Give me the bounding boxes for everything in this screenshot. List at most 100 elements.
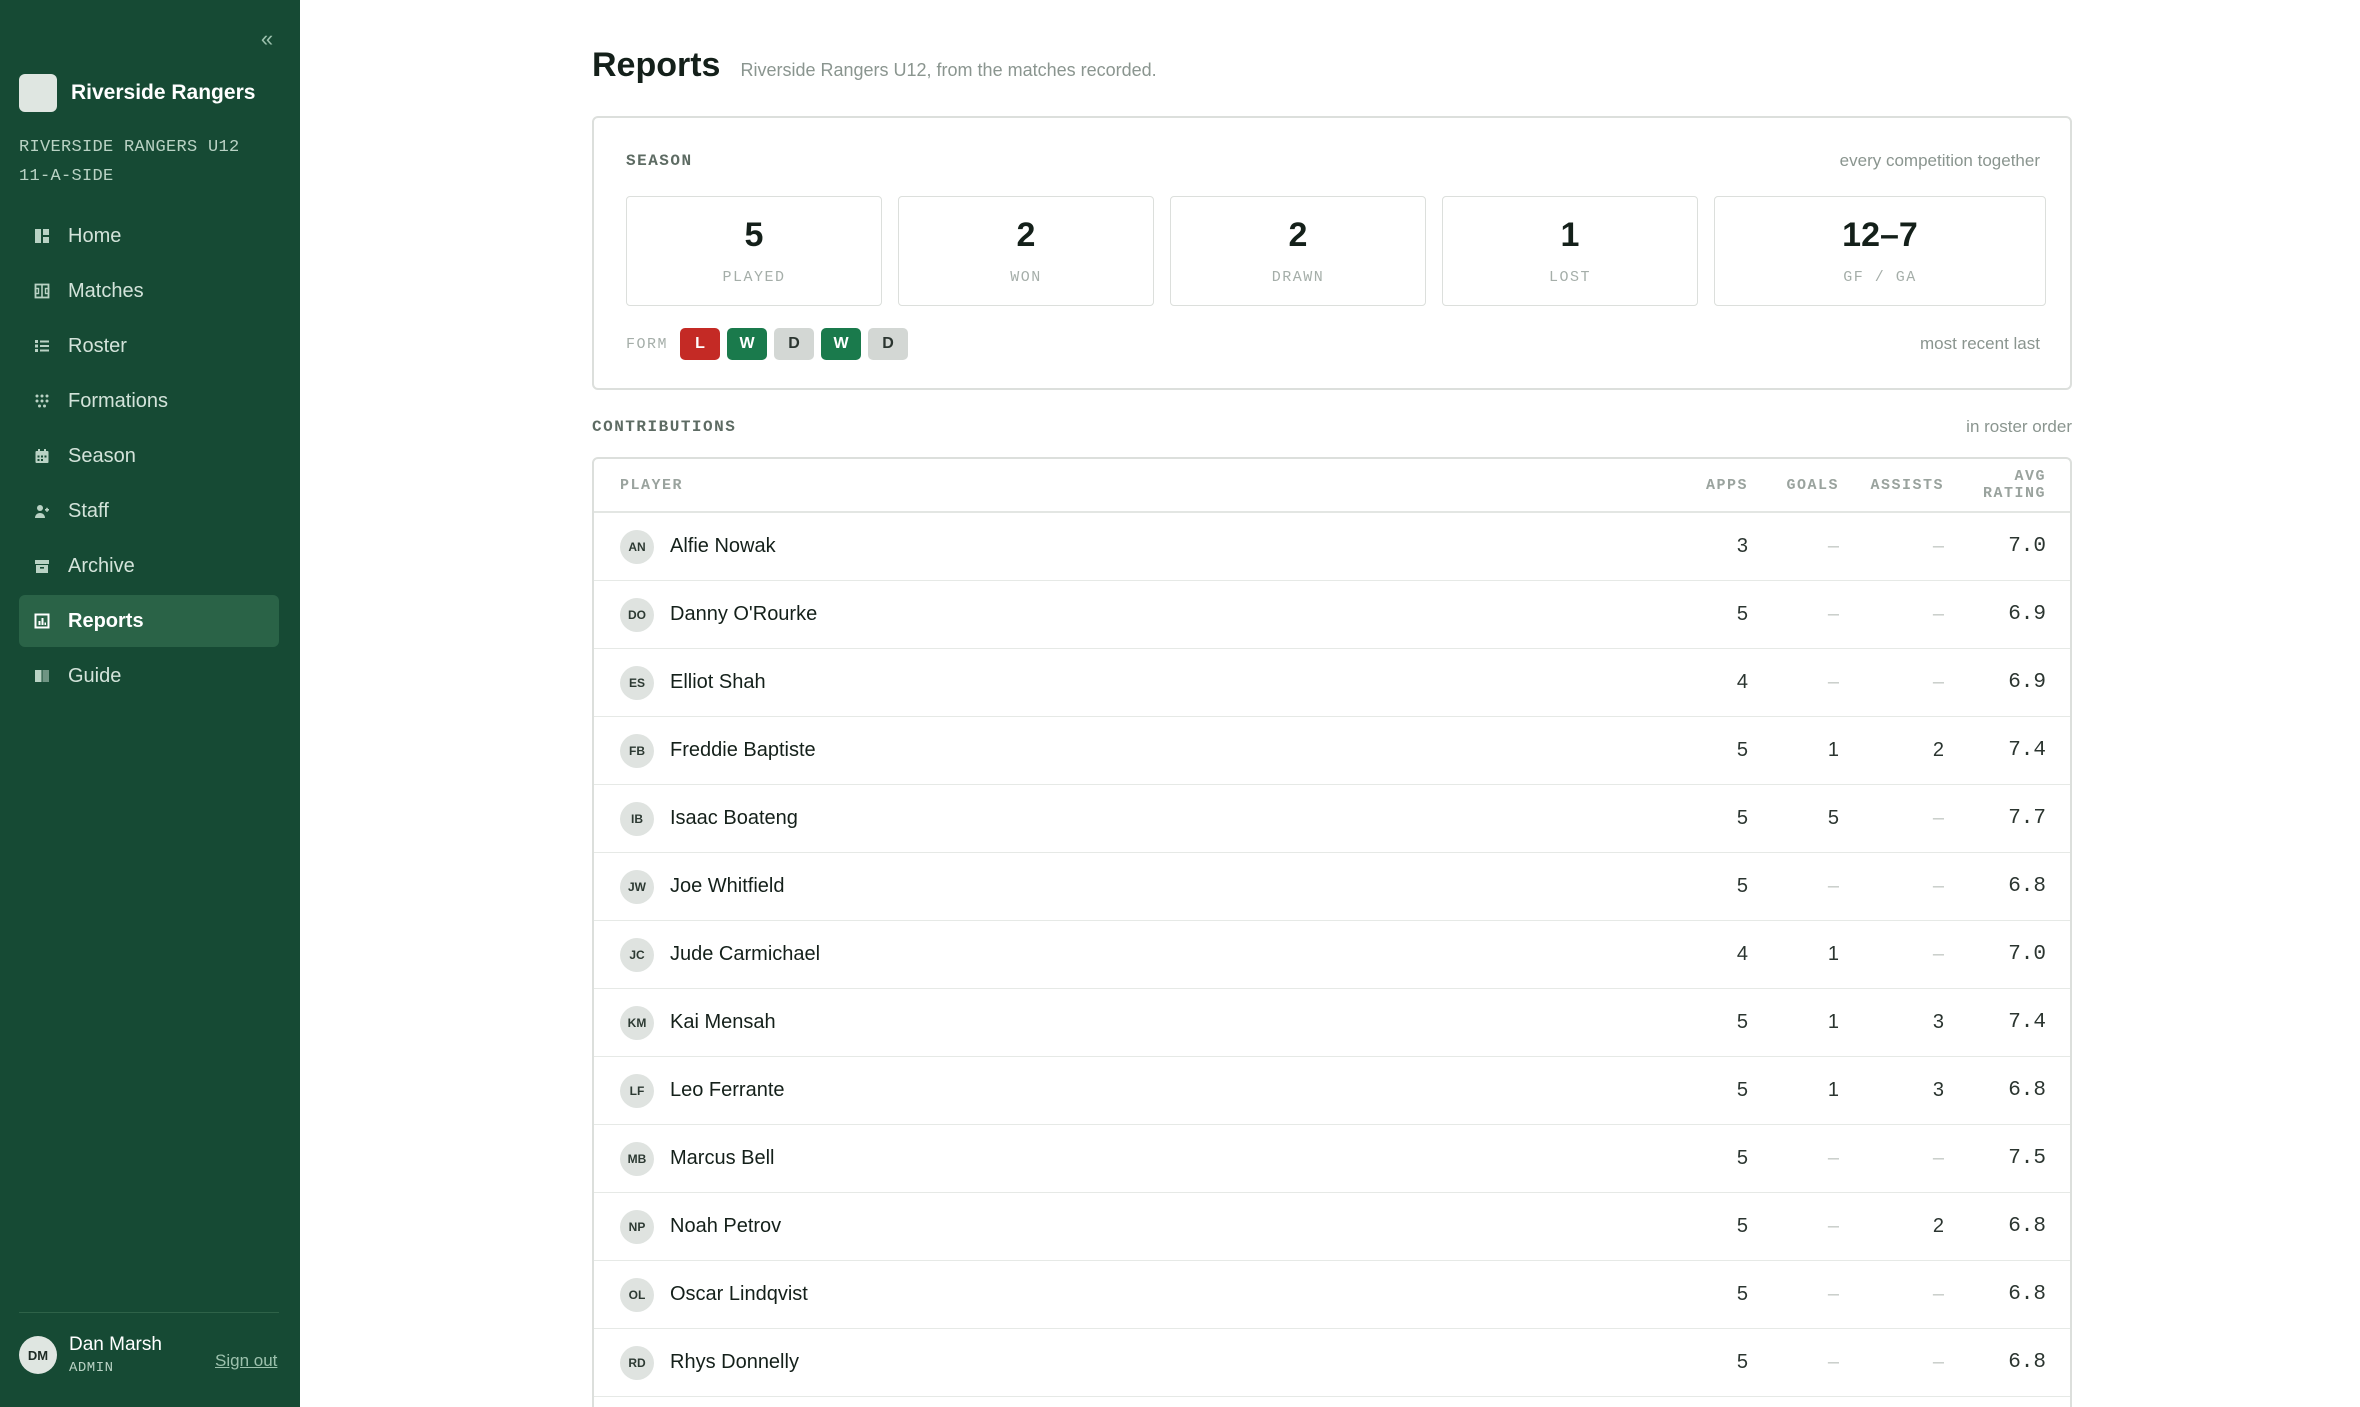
avg-rating-cell: 7.5 bbox=[2008, 1147, 2046, 1170]
table-header: PLAYER APPS GOALS ASSISTS AVG RATING bbox=[594, 459, 2070, 513]
table-row[interactable]: RD Rhys Donnelly 5 – – 6.8 bbox=[594, 1329, 2070, 1397]
sidebar-item-roster[interactable]: Roster bbox=[19, 320, 279, 372]
player-avatar: LF bbox=[620, 1073, 654, 1108]
player-avatar: IB bbox=[620, 801, 654, 836]
dashboard-icon bbox=[34, 228, 50, 244]
player-name-link[interactable]: Kai Mensah bbox=[670, 1011, 776, 1034]
player-name-link[interactable]: Danny O'Rourke bbox=[670, 603, 817, 626]
avg-rating-cell: 7.4 bbox=[2008, 739, 2046, 762]
goals-cell: – bbox=[1827, 1283, 1839, 1305]
goals-cell: 1 bbox=[1827, 943, 1839, 965]
page-subtitle: Riverside Rangers U12, from the matches … bbox=[740, 60, 1157, 80]
team-format-line: 11-A-SIDE bbox=[19, 167, 114, 186]
brand-name: Riverside Rangers bbox=[71, 81, 256, 104]
sidebar-item-matches[interactable]: Matches bbox=[19, 265, 279, 317]
goals-cell: – bbox=[1827, 1215, 1839, 1237]
player-name-link[interactable]: Freddie Baptiste bbox=[670, 739, 816, 762]
sidebar-item-label: Archive bbox=[68, 554, 135, 577]
sidebar-item-guide[interactable]: Guide bbox=[19, 650, 279, 702]
goals-cell: 1 bbox=[1827, 1011, 1839, 1033]
form-chip-loss: L bbox=[680, 328, 721, 360]
season-summary-card: SEASON every competition together 5 PLAY… bbox=[592, 116, 2072, 390]
sidebar-item-label: Guide bbox=[68, 664, 122, 687]
table-row[interactable]: FB Freddie Baptiste 5 1 2 7.4 bbox=[594, 717, 2070, 785]
player-name-link[interactable]: Oscar Lindqvist bbox=[670, 1283, 808, 1306]
sidebar-item-home[interactable]: Home bbox=[19, 210, 279, 262]
player-name-link[interactable]: Isaac Boateng bbox=[670, 807, 798, 830]
sidebar-item-reports[interactable]: Reports bbox=[19, 595, 279, 647]
goals-cell: 5 bbox=[1827, 807, 1839, 829]
section-label: SEASON bbox=[626, 152, 693, 170]
table-row[interactable]: LF Leo Ferrante 5 1 3 6.8 bbox=[594, 1057, 2070, 1125]
user-role: ADMIN bbox=[69, 1360, 114, 1376]
sidebar-item-label: Reports bbox=[68, 609, 144, 632]
goals-cell: – bbox=[1827, 535, 1839, 557]
player-avatar: KM bbox=[620, 1005, 654, 1040]
season-stats: 5 PLAYED 2 WON 2 DRAWN 1 LOST 12–7 GF / … bbox=[626, 196, 2046, 306]
player-avatar: JC bbox=[620, 937, 654, 972]
apps-cell: 5 bbox=[1736, 1215, 1748, 1237]
user-name: Dan Marsh bbox=[69, 1334, 162, 1355]
player-name-link[interactable]: Marcus Bell bbox=[670, 1147, 774, 1170]
table-row[interactable]: OL Oscar Lindqvist 5 – – 6.8 bbox=[594, 1261, 2070, 1329]
stat-value: 2 bbox=[1288, 216, 1308, 254]
player-name-link[interactable]: Leo Ferrante bbox=[670, 1079, 785, 1102]
sidebar-item-label: Roster bbox=[68, 334, 127, 357]
apps-cell: 5 bbox=[1736, 807, 1748, 829]
player-avatar: DO bbox=[620, 597, 654, 632]
table-row[interactable]: AN Alfie Nowak 3 – – 7.0 bbox=[594, 513, 2070, 581]
contributions-table: PLAYER APPS GOALS ASSISTS AVG RATING AN A… bbox=[592, 457, 2072, 1407]
calendar-icon bbox=[34, 448, 50, 464]
sidebar-item-archive[interactable]: Archive bbox=[19, 540, 279, 592]
table-row[interactable]: KM Kai Mensah 5 1 3 7.4 bbox=[594, 989, 2070, 1057]
sidebar-item-staff[interactable]: Staff bbox=[19, 485, 279, 537]
formation-grid-icon bbox=[34, 393, 50, 409]
sign-out-link[interactable]: Sign out bbox=[215, 1351, 277, 1371]
sidebar-item-formations[interactable]: Formations bbox=[19, 375, 279, 427]
table-row[interactable]: ES Elliot Shah 4 – – 6.9 bbox=[594, 649, 2070, 717]
table-row[interactable]: JC Jude Carmichael 4 1 – 7.0 bbox=[594, 921, 2070, 989]
sidebar-item-label: Staff bbox=[68, 499, 109, 522]
assists-cell: – bbox=[1932, 875, 1944, 897]
collapse-sidebar-button[interactable]: « bbox=[254, 26, 280, 52]
form-note: most recent last bbox=[1920, 334, 2040, 353]
table-row[interactable]: NP Noah Petrov 5 – 2 6.8 bbox=[594, 1193, 2070, 1261]
column-header-apps: APPS bbox=[1705, 476, 1748, 494]
team-logo bbox=[19, 74, 57, 112]
avatar: DM bbox=[19, 1336, 57, 1374]
avg-rating-cell: 6.9 bbox=[2008, 671, 2046, 694]
stat-label: PLAYED bbox=[722, 269, 786, 286]
column-header-goals: GOALS bbox=[1786, 476, 1839, 494]
player-name-link[interactable]: Alfie Nowak bbox=[670, 535, 776, 558]
table-row[interactable]: MB Marcus Bell 5 – – 7.5 bbox=[594, 1125, 2070, 1193]
table-row[interactable]: IB Isaac Boateng 5 5 – 7.7 bbox=[594, 785, 2070, 853]
table-row[interactable]: DO Danny O'Rourke 5 – – 6.9 bbox=[594, 581, 2070, 649]
form-chip-draw: D bbox=[868, 328, 909, 360]
player-name-link[interactable]: Noah Petrov bbox=[670, 1215, 781, 1238]
player-cell: IB Isaac Boateng bbox=[594, 801, 1668, 836]
sidebar-item-label: Home bbox=[68, 224, 122, 247]
stat-label: WON bbox=[1010, 269, 1042, 286]
brand[interactable]: Riverside Rangers bbox=[19, 74, 255, 112]
player-name-link[interactable]: Elliot Shah bbox=[670, 671, 766, 694]
goals-cell: 1 bbox=[1827, 739, 1839, 761]
assists-cell: 3 bbox=[1932, 1011, 1944, 1033]
stat-drawn: 2 DRAWN bbox=[1170, 196, 1426, 306]
apps-cell: 5 bbox=[1736, 1147, 1748, 1169]
player-cell: DO Danny O'Rourke bbox=[594, 597, 1668, 632]
bar-chart-icon bbox=[34, 613, 50, 629]
player-name-link[interactable]: Joe Whitfield bbox=[670, 875, 785, 898]
sidebar-item-season[interactable]: Season bbox=[19, 430, 279, 482]
avg-rating-cell: 6.8 bbox=[2008, 875, 2046, 898]
table-row[interactable]: JW Joe Whitfield 5 – – 6.8 bbox=[594, 853, 2070, 921]
apps-cell: 5 bbox=[1736, 1351, 1748, 1373]
stat-value: 5 bbox=[744, 216, 764, 254]
player-cell: JC Jude Carmichael bbox=[594, 937, 1668, 972]
archive-icon bbox=[34, 558, 50, 574]
player-name-link[interactable]: Jude Carmichael bbox=[670, 943, 820, 966]
player-name-link[interactable]: Rhys Donnelly bbox=[670, 1351, 799, 1374]
apps-cell: 3 bbox=[1736, 535, 1748, 557]
table-body: AN Alfie Nowak 3 – – 7.0 DO Danny O'Rourke 5 – – 6.… bbox=[594, 513, 2070, 1397]
apps-cell: 5 bbox=[1736, 603, 1748, 625]
stat-value: 12–7 bbox=[1842, 216, 1918, 254]
